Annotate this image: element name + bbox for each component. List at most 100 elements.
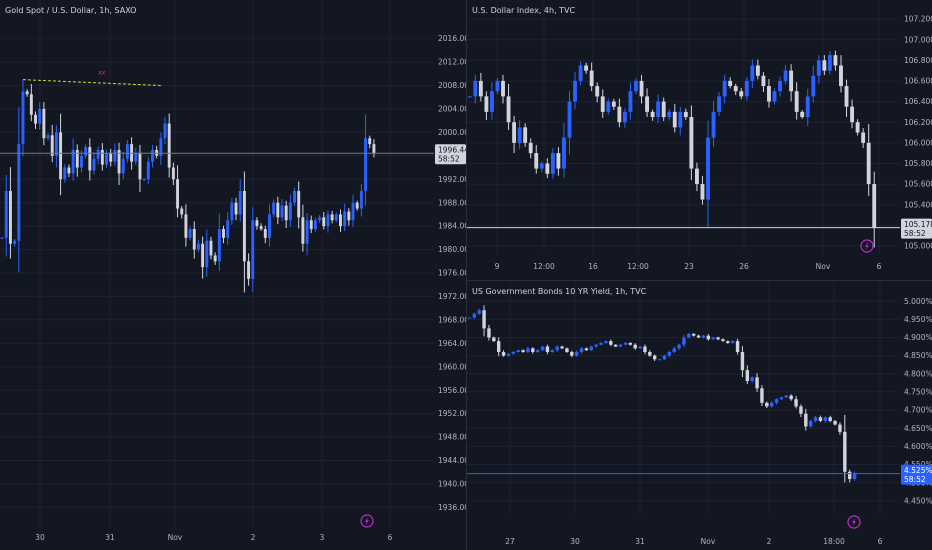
- candle-body: [843, 431, 847, 472]
- y-tick-label: 1972.00: [438, 292, 466, 301]
- y-tick-label: 2016.00: [438, 34, 466, 43]
- x-tick-label: 6: [877, 262, 882, 271]
- candle-body: [146, 161, 150, 180]
- candle-body: [234, 202, 238, 215]
- candle-body: [643, 346, 647, 352]
- candle-body: [813, 417, 818, 421]
- candle-body: [604, 341, 608, 343]
- candle-body: [728, 80, 733, 87]
- candle-body: [222, 229, 225, 238]
- candle-body: [487, 328, 491, 338]
- candle-body: [656, 101, 661, 118]
- candle-body: [151, 149, 154, 162]
- candle-body: [88, 147, 92, 171]
- candle-body: [17, 144, 21, 241]
- candle-body: [761, 75, 766, 87]
- candle-body: [13, 240, 17, 244]
- candle-body: [368, 138, 372, 145]
- candle-body: [672, 111, 677, 128]
- candle-body: [467, 96, 472, 98]
- candle-body: [478, 80, 483, 97]
- candle-body: [528, 142, 533, 154]
- candle-body: [623, 342, 628, 345]
- candle-body: [579, 348, 584, 352]
- candle-body: [63, 167, 67, 180]
- y-tick-label: 1948.00: [438, 433, 466, 442]
- candle-body: [96, 149, 100, 159]
- candle-body: [0, 237, 4, 239]
- candle-body: [628, 342, 633, 345]
- y-tick-label: 1968.00: [438, 315, 466, 324]
- candle-body: [171, 167, 175, 180]
- chart-layout: 2016.00 2012.00 2008.00 2004.00 2000.00 1996.…: [0, 0, 932, 550]
- candle-body: [506, 353, 511, 356]
- last-price-tag: 1996.4458:52: [435, 144, 466, 165]
- candle-body: [755, 377, 759, 389]
- candle: [467, 317, 472, 319]
- candle-body: [696, 335, 701, 338]
- candle-body: [92, 158, 96, 171]
- candle-body: [639, 80, 644, 97]
- y-tick-label: 4.600%: [904, 442, 932, 451]
- pane-us10y[interactable]: 5.000% 4.950% 4.900% 4.850% 4.800% 4.750% 4.70…: [467, 281, 932, 550]
- last-price-value: 105.178: [904, 220, 932, 229]
- candle-body: [205, 240, 209, 268]
- candle-body: [125, 144, 129, 159]
- x-tick-label: 23: [684, 262, 694, 271]
- y-tick-label: 4.900%: [904, 333, 932, 342]
- countdown-timer: 58:52: [904, 229, 926, 238]
- candle-body: [628, 91, 633, 112]
- x-tick-label: 31: [105, 533, 115, 542]
- candle-body: [496, 341, 501, 352]
- candle-body: [706, 335, 711, 340]
- y-tick-label: 2004.00: [438, 105, 466, 114]
- candle-body: [180, 208, 184, 215]
- candle-body: [772, 91, 777, 102]
- candle-body: [238, 190, 242, 215]
- candle-body: [855, 122, 860, 133]
- candle-body: [188, 229, 192, 238]
- candle-body: [372, 144, 376, 154]
- candle-body: [844, 86, 849, 107]
- candle-body: [163, 123, 167, 139]
- candle-body: [818, 417, 823, 421]
- gold-chart[interactable]: 2016.00 2012.00 2008.00 2004.00 2000.00 1996.…: [0, 0, 466, 550]
- pane-gold[interactable]: 2016.00 2012.00 2008.00 2004.00 2000.00 1996.…: [0, 0, 466, 550]
- pane-dxy[interactable]: 107.200 107.000 106.800 106.600 106.400 106.2…: [467, 0, 932, 280]
- candle-body: [288, 202, 292, 221]
- candle-body: [284, 205, 288, 221]
- candle-body: [767, 86, 771, 102]
- y-tick-label: 2000.00: [438, 128, 466, 137]
- candle-body: [570, 351, 574, 356]
- candle-body: [611, 101, 616, 107]
- candle-body: [822, 60, 827, 71]
- y-tick-label: 106.600: [904, 77, 932, 86]
- candle-body: [105, 152, 108, 165]
- candle-body: [839, 65, 843, 87]
- us10y-chart[interactable]: 5.000% 4.950% 4.900% 4.850% 4.800% 4.750% 4.70…: [467, 281, 932, 550]
- candle-body: [540, 346, 545, 351]
- annotation-label: xx: [98, 70, 106, 77]
- x-tick-label: 2: [767, 537, 772, 546]
- candle-body: [700, 184, 705, 200]
- candle-body: [217, 229, 221, 262]
- candle-body: [138, 152, 142, 180]
- dxy-chart[interactable]: 107.200 107.000 106.800 106.600 106.400 106.2…: [467, 0, 932, 280]
- candle-body: [672, 348, 676, 352]
- x-tick-label: 16: [588, 262, 598, 271]
- candle-body: [142, 179, 146, 181]
- candle-body: [667, 351, 672, 356]
- candle-body: [167, 123, 171, 168]
- candle-body: [721, 339, 725, 342]
- candle-body: [578, 65, 583, 81]
- candle-body: [638, 346, 642, 349]
- candle-body: [811, 75, 816, 97]
- candle-body: [794, 399, 798, 407]
- candle-body: [472, 313, 477, 318]
- candle-body: [800, 111, 805, 118]
- candle-body: [622, 111, 627, 123]
- candle-body: [263, 229, 267, 238]
- y-tick-label: 4.700%: [904, 406, 932, 415]
- candle-body: [517, 127, 522, 143]
- candle-body: [661, 101, 666, 118]
